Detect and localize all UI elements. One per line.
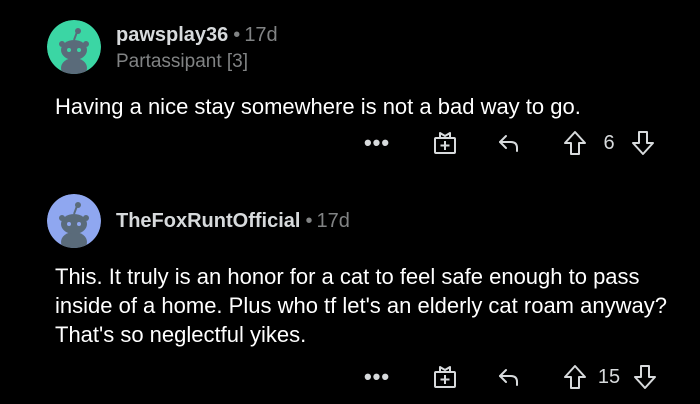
comment-body: This. It truly is an honor for a cat to … <box>55 264 667 347</box>
vote-score: 15 <box>597 365 621 388</box>
more-options-button[interactable]: ••• <box>360 360 394 394</box>
comment-meta: TheFoxRuntOfficial • 17d <box>116 210 350 233</box>
more-options-icon: ••• <box>363 364 391 389</box>
upvote-button[interactable] <box>560 126 590 160</box>
award-gift-icon <box>434 132 456 154</box>
reply-arrow-icon <box>499 369 518 386</box>
comment-body: Having a nice stay somewhere is not a ba… <box>55 94 581 119</box>
reply-button[interactable] <box>492 360 526 394</box>
username[interactable]: pawsplay36 <box>116 24 228 46</box>
comment-age: 17d <box>244 24 278 46</box>
award-gift-icon <box>434 366 456 388</box>
upvote-arrow-icon <box>564 131 586 155</box>
reply-arrow-icon <box>499 135 518 152</box>
separator-dot: • <box>305 210 313 232</box>
comment-actions: ••• 15 <box>0 360 700 394</box>
comment-actions: ••• 6 <box>0 126 700 160</box>
comment: pawsplay36 • 17d Partassipant [3] Having a… <box>0 0 700 178</box>
vote-score: 6 <box>603 131 615 154</box>
user-flair: Partassipant [3] <box>116 51 249 72</box>
user-avatar[interactable] <box>47 20 101 74</box>
separator-dot: • <box>233 24 241 46</box>
user-avatar[interactable] <box>47 194 101 248</box>
comment-age: 17d <box>316 210 350 232</box>
comment: TheFoxRuntOfficial • 17d This. It truly is… <box>0 178 700 404</box>
downvote-arrow-icon <box>634 365 656 389</box>
downvote-arrow-icon <box>632 131 654 155</box>
reply-button[interactable] <box>492 126 526 160</box>
comment-meta: pawsplay36 • 17d Partassipant [3] <box>116 24 278 73</box>
downvote-button[interactable] <box>630 360 660 394</box>
username[interactable]: TheFoxRuntOfficial <box>116 210 300 232</box>
snoo-avatar-icon <box>47 20 101 74</box>
award-button[interactable] <box>428 360 462 394</box>
upvote-arrow-icon <box>564 365 586 389</box>
upvote-button[interactable] <box>560 360 590 394</box>
award-button[interactable] <box>428 126 462 160</box>
more-options-icon: ••• <box>363 130 391 155</box>
snoo-avatar-icon <box>47 194 101 248</box>
more-options-button[interactable]: ••• <box>360 126 394 160</box>
downvote-button[interactable] <box>628 126 658 160</box>
